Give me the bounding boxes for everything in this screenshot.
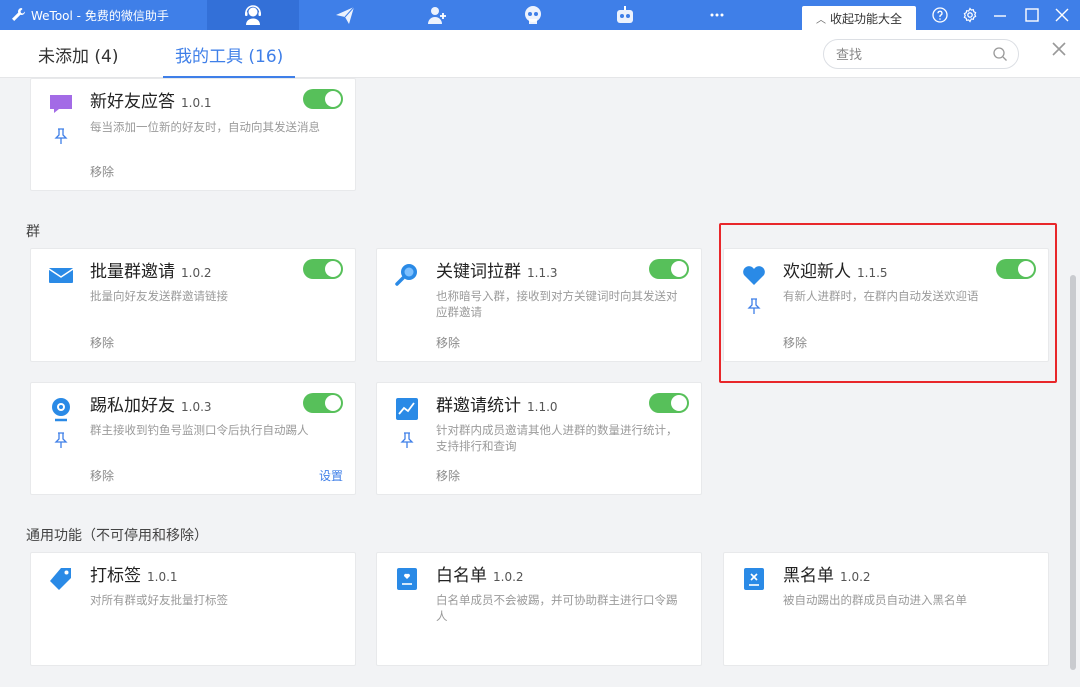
pin-icon[interactable] [53, 431, 69, 449]
gear-icon[interactable] [962, 7, 978, 23]
close-window-icon[interactable] [1054, 7, 1070, 23]
tool-description: 对所有群或好友批量打标签 [90, 593, 228, 607]
highlight-box [719, 223, 1057, 383]
enable-toggle[interactable] [649, 393, 689, 413]
nav-tab-robot[interactable] [579, 0, 671, 30]
paper-plane-icon [336, 6, 355, 24]
line-chart-icon [396, 398, 418, 420]
tool-title: 打标签 1.0.1 [90, 566, 178, 586]
tool-description: 被自动踢出的群成员自动进入黑名单 [783, 593, 967, 607]
tool-card-blacklist: 黑名单 1.0.2 被自动踢出的群成员自动进入黑名单 [723, 552, 1049, 666]
tool-title: 群邀请统计 1.1.0 [436, 396, 558, 416]
scrollbar-thumb[interactable] [1070, 275, 1076, 670]
settings-link[interactable]: 设置 [319, 467, 343, 484]
enable-toggle[interactable] [649, 259, 689, 279]
tool-title: 批量群邀请 1.0.2 [90, 262, 212, 282]
tool-title: 关键词拉群 1.1.3 [436, 262, 558, 282]
tool-tabs-header: 未添加 (4) 我的工具 (16) [0, 30, 1080, 78]
search-icon[interactable] [992, 46, 1008, 62]
maximize-icon[interactable] [1024, 7, 1040, 23]
tool-description: 每当添加一位新的好友时，自动向其发送消息 [90, 120, 320, 134]
blacklist-icon [744, 568, 764, 590]
nav-tab-skull[interactable] [487, 0, 579, 30]
section-label-general: 通用功能（不可停用和移除） [26, 528, 208, 544]
chevron-up-icon: ︿ [815, 14, 826, 26]
more-icon [710, 13, 724, 17]
tool-description: 批量向好友发送群邀请链接 [90, 289, 228, 303]
tool-version: 1.0.3 [181, 400, 212, 414]
tool-description: 针对群内成员邀请其他人进群的数量进行统计，支持排行和查询 [436, 423, 678, 453]
tool-card-new-friend: 新好友应答 1.0.1 每当添加一位新的好友时，自动向其发送消息 移除 [30, 78, 356, 191]
enable-toggle[interactable] [303, 89, 343, 109]
collapse-features-label: 收起功能大全 [829, 11, 902, 26]
whitelist-icon [397, 568, 417, 590]
tool-version: 1.0.1 [147, 570, 178, 584]
tool-version: 1.0.2 [840, 570, 871, 584]
tool-title: 白名单 1.0.2 [436, 566, 524, 586]
tool-version: 1.0.1 [181, 96, 212, 110]
tool-card-kick-add: 踢私加好友 1.0.3 群主接收到钓鱼号监测口令后执行自动踢人 移除 设置 [30, 382, 356, 495]
tab-not-added[interactable]: 未添加 (4) [38, 30, 118, 78]
tool-version: 1.0.2 [181, 266, 212, 280]
tool-card-invite-stats: 群邀请统计 1.1.0 针对群内成员邀请其他人进群的数量进行统计，支持排行和查询 … [376, 382, 702, 495]
tool-version: 1.0.2 [493, 570, 524, 584]
tool-card-tag: 打标签 1.0.1 对所有群或好友批量打标签 [30, 552, 356, 666]
wrench-icon [12, 8, 25, 21]
enable-toggle[interactable] [303, 259, 343, 279]
nav-tab-send[interactable] [299, 0, 391, 30]
tool-title: 踢私加好友 1.0.3 [90, 396, 212, 416]
tools-list: 新好友应答 1.0.1 每当添加一位新的好友时，自动向其发送消息 移除 群 批量群… [0, 78, 1066, 687]
remove-link[interactable]: 移除 [90, 334, 114, 351]
nav-tab-more[interactable] [671, 0, 763, 30]
app-title-text: WeTool - 免费的微信助手 [31, 8, 169, 23]
remove-link[interactable]: 移除 [90, 163, 114, 180]
tab-my-tools[interactable]: 我的工具 (16) [162, 30, 296, 78]
pin-icon[interactable] [53, 127, 69, 145]
tag-icon [50, 568, 71, 590]
title-bar: WeTool - 免费的微信助手 ︿ 收起功能大全 [0, 0, 1080, 30]
remove-link[interactable]: 移除 [436, 467, 460, 484]
nav-tab-contacts[interactable] [207, 0, 299, 30]
section-label-group: 群 [26, 224, 40, 240]
tool-description: 也称暗号入群，接收到对方关键词时向其发送对应群邀请 [436, 289, 678, 319]
add-user-icon [428, 7, 446, 24]
pin-icon[interactable] [399, 431, 415, 449]
headset-user-icon [245, 5, 261, 25]
remove-link[interactable]: 移除 [436, 334, 460, 351]
webcam-icon [52, 398, 70, 422]
magnifier-icon [395, 264, 417, 286]
app-title: WeTool - 免费的微信助手 [10, 0, 169, 30]
minimize-icon[interactable] [992, 7, 1008, 23]
tool-description: 白名单成员不会被踢，并可协助群主进行口令踢人 [436, 593, 678, 623]
collapse-features-button[interactable]: ︿ 收起功能大全 [802, 6, 916, 30]
search-input[interactable] [836, 46, 986, 64]
close-panel-icon[interactable] [1050, 40, 1068, 58]
chat-bubble-icon [50, 95, 72, 113]
tool-description: 群主接收到钓鱼号监测口令后执行自动踢人 [90, 423, 309, 437]
skull-icon [525, 6, 541, 24]
envelope-icon [48, 268, 74, 283]
tool-version: 1.1.3 [527, 266, 558, 280]
tool-card-keyword-pull: 关键词拉群 1.1.3 也称暗号入群，接收到对方关键词时向其发送对应群邀请 移除 [376, 248, 702, 362]
tool-version: 1.1.0 [527, 400, 558, 414]
robot-icon [617, 6, 633, 23]
tool-title: 新好友应答 1.0.1 [90, 92, 212, 112]
enable-toggle[interactable] [303, 393, 343, 413]
search-box [823, 39, 1019, 69]
help-icon[interactable] [932, 7, 948, 23]
nav-tab-add-user[interactable] [391, 0, 483, 30]
tool-title: 黑名单 1.0.2 [783, 566, 871, 586]
tool-card-batch-invite: 批量群邀请 1.0.2 批量向好友发送群邀请链接 移除 [30, 248, 356, 362]
remove-link[interactable]: 移除 [90, 467, 114, 484]
tool-card-whitelist: 白名单 1.0.2 白名单成员不会被踢，并可协助群主进行口令踢人 [376, 552, 702, 666]
